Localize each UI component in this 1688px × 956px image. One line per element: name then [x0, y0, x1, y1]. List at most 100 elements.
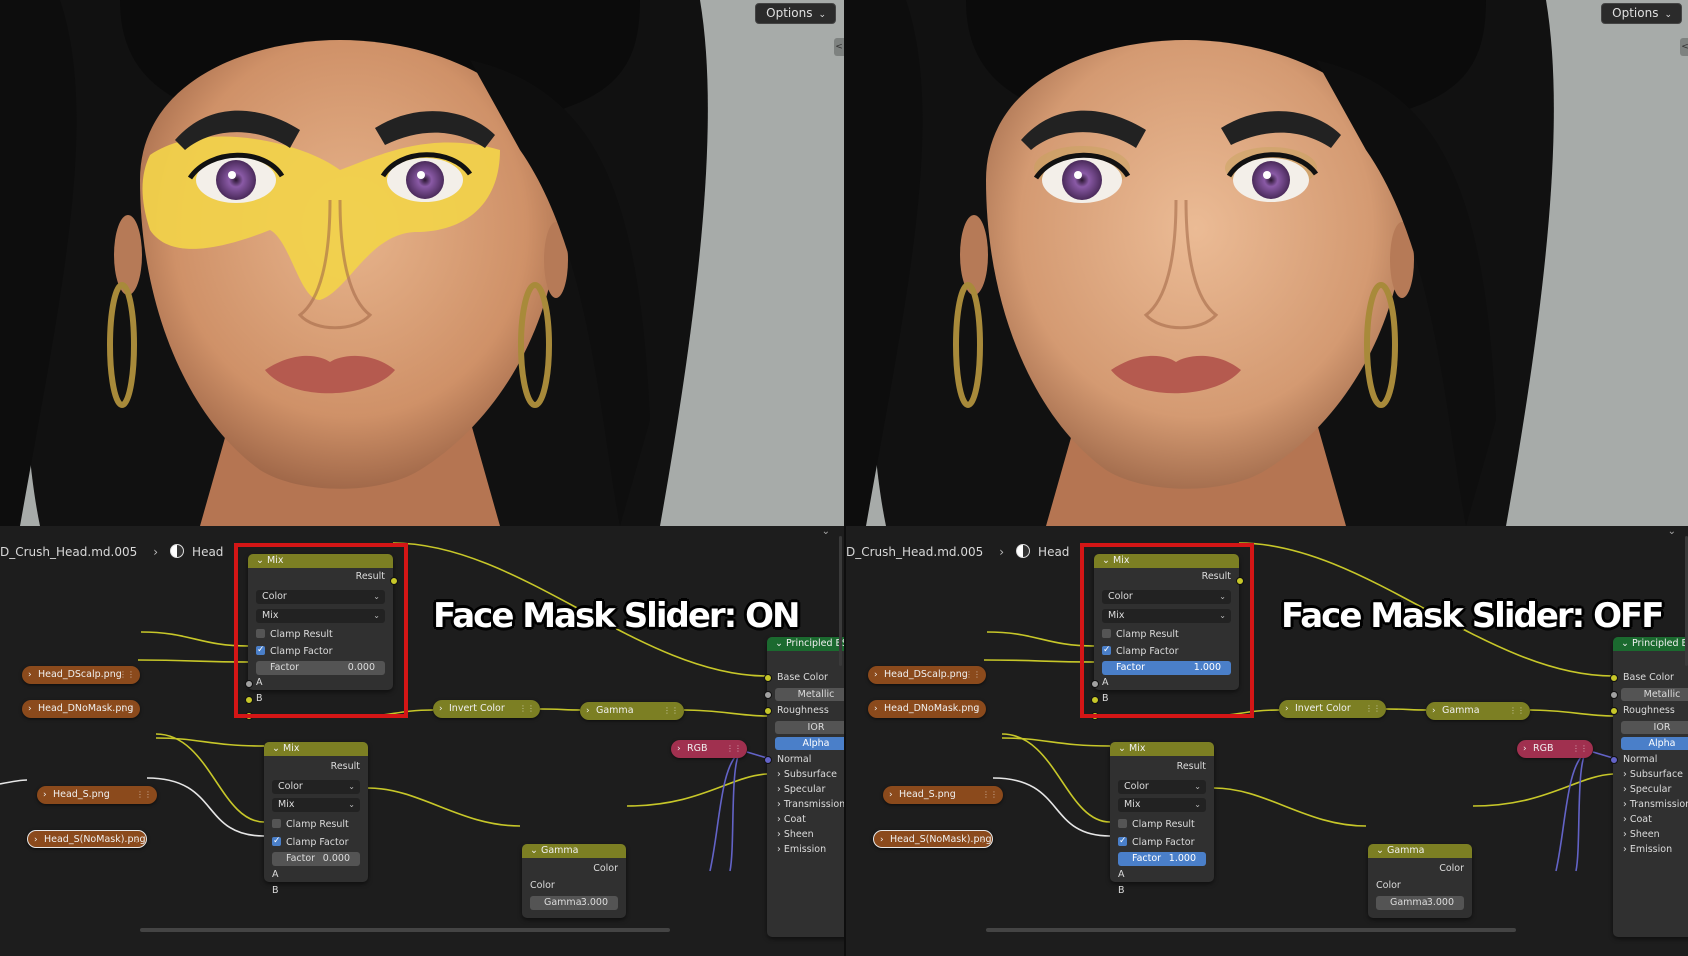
invert-color-node[interactable]: › Invert Color ⋮⋮ — [433, 700, 540, 718]
material-icon — [1016, 544, 1031, 558]
character-render — [0, 0, 844, 526]
texture-node-s-nomask[interactable]: › Head_S(NoMask).png ⋮⋮ — [27, 830, 147, 848]
checkbox-checked-icon[interactable] — [272, 834, 281, 848]
clamp-factor-checkbox[interactable]: Clamp Factor — [272, 834, 360, 850]
texture-node-s[interactable]: › Head_S.png ⋮⋮ — [883, 786, 1003, 804]
factor-slider[interactable]: Factor 0.000 — [272, 852, 360, 866]
blend-mode-dropdown[interactable]: Mix ⌄ — [272, 798, 360, 812]
gamma-node-header[interactable]: ⌄ Gamma — [1368, 844, 1472, 858]
input-a-label: A — [272, 869, 279, 880]
breadcrumb-material[interactable]: Head — [192, 545, 223, 559]
bsdf-node-header[interactable]: ⌄ Principled BSDF — [767, 637, 844, 651]
shader-node-editor[interactable]: ⌄ D_Crush_Head.md.005 › Head ⌄ Mix Result — [0, 526, 844, 956]
gamma-slider[interactable]: Gamma 3.000 — [1376, 896, 1464, 910]
clamp-result-checkbox[interactable]: Clamp Result — [272, 818, 360, 832]
sidebar-toggle[interactable]: < — [1680, 38, 1688, 56]
chevron-right-icon: › — [1523, 744, 1527, 754]
mix-node-header[interactable]: ⌄ Mix — [1110, 742, 1214, 756]
mix-node-bottom[interactable]: ⌄ Mix Result Color⌄ Mix⌄ Clamp Result Cl… — [264, 742, 368, 896]
ior-field[interactable]: IOR — [775, 721, 844, 734]
horizontal-scrollbar[interactable] — [140, 928, 670, 932]
texture-node-dscalp[interactable]: › Head_DScalp.png ⋮⋮ — [868, 666, 986, 684]
3d-viewport[interactable]: Options⌄ < — [0, 0, 844, 526]
sidebar-toggle[interactable]: < — [834, 38, 844, 56]
transmission-panel[interactable]: › Transmission — [767, 798, 844, 812]
checkbox-checked-icon[interactable] — [1118, 834, 1127, 848]
checkbox-icon[interactable] — [272, 819, 281, 828]
gamma-node[interactable]: ⌄ Gamma Color Color Gamma 3.000 — [522, 844, 626, 918]
base-color-socket[interactable] — [1610, 674, 1618, 682]
vertical-scrollbar[interactable] — [839, 536, 842, 666]
emission-panel[interactable]: › Emission — [1613, 843, 1688, 857]
specular-panel[interactable]: › Specular — [1613, 783, 1688, 797]
alpha-field[interactable]: Alpha — [775, 737, 844, 750]
sheen-panel[interactable]: › Sheen — [767, 828, 844, 842]
texture-node-dnomask[interactable]: › Head_DNoMask.png ⋮⋮ — [868, 700, 986, 718]
sheen-panel[interactable]: › Sheen — [1613, 828, 1688, 842]
chevron-right-icon: › — [153, 545, 159, 559]
factor-slider[interactable]: Factor 1.000 — [1118, 852, 1206, 866]
options-dropdown[interactable]: Options ⌄ — [1601, 3, 1682, 24]
mix-node-header[interactable]: ⌄ Mix — [264, 742, 368, 756]
rgb-node[interactable]: › RGB ⋮⋮ — [1517, 740, 1593, 758]
blend-mode-dropdown[interactable]: Mix ⌄ — [1118, 798, 1206, 812]
breadcrumb-material[interactable]: Head — [1038, 545, 1069, 559]
horizontal-scrollbar[interactable] — [986, 928, 1516, 932]
clamp-factor-checkbox[interactable]: Clamp Factor — [1118, 834, 1206, 850]
subsurface-panel[interactable]: › Subsurface — [1613, 768, 1688, 782]
data-type-dropdown[interactable]: Color ⌄ — [1118, 780, 1206, 794]
shader-node-editor[interactable]: ⌄ D_Crush_Head.md.005 › Head ⌄ Mix Result … — [846, 526, 1688, 956]
3d-viewport[interactable]: Options⌄ < — [846, 0, 1688, 526]
normal-socket[interactable] — [764, 756, 772, 764]
gamma-value: 3.000 — [1426, 897, 1454, 908]
gamma-node-collapsed[interactable]: › Gamma ⋮⋮ — [580, 702, 684, 720]
alpha-field[interactable]: Alpha — [1621, 737, 1688, 750]
grip-icon: ⋮⋮ — [663, 706, 679, 715]
texture-node-dnomask[interactable]: › Head_DNoMask.png ⋮⋮ — [22, 700, 140, 718]
invert-color-node[interactable]: › Invert Color ⋮⋮ — [1279, 700, 1386, 718]
mix-node-bottom[interactable]: ⌄ Mix Result Color⌄ Mix⌄ Clamp Result Cl… — [1110, 742, 1214, 896]
texture-node-dscalp[interactable]: › Head_DScalp.png ⋮⋮ — [22, 666, 140, 684]
bsdf-node-header[interactable]: ⌄ Principled BSDF — [1613, 637, 1688, 651]
base-color-socket[interactable] — [764, 674, 772, 682]
gamma-node[interactable]: ⌄ Gamma Color Color Gamma 3.000 — [1368, 844, 1472, 918]
texture-node-s[interactable]: › Head_S.png ⋮⋮ — [37, 786, 157, 804]
grip-icon: ⋮⋮ — [726, 744, 742, 753]
texture-node-s-nomask[interactable]: › Head_S(NoMask).png ⋮⋮ — [873, 830, 993, 848]
checkbox-icon[interactable] — [1118, 819, 1127, 828]
metallic-socket[interactable] — [1610, 691, 1618, 699]
normal-input: Normal — [777, 754, 812, 765]
grip-icon: ⋮⋮ — [136, 790, 152, 799]
roughness-socket[interactable] — [1610, 707, 1618, 715]
normal-socket[interactable] — [1610, 756, 1618, 764]
transmission-panel[interactable]: › Transmission — [1613, 798, 1688, 812]
comparison-panel-off: Options⌄ < ⌄ D_Crush_Head.md.005 › Head ⌄ … — [844, 0, 1688, 956]
chevron-down-icon: ⌄ — [1194, 800, 1201, 809]
options-dropdown[interactable]: Options ⌄ — [755, 3, 836, 24]
metallic-field[interactable]: Metallic — [1621, 688, 1688, 701]
principled-bsdf-node[interactable]: ⌄ Principled BSDF Base Color Metallic Ro… — [767, 637, 844, 937]
subsurface-panel[interactable]: › Subsurface — [767, 768, 844, 782]
ior-field[interactable]: IOR — [1621, 721, 1688, 734]
rgb-node[interactable]: › RGB ⋮⋮ — [671, 740, 747, 758]
chevron-right-icon: › — [28, 704, 32, 714]
coat-panel[interactable]: › Coat — [767, 813, 844, 827]
breadcrumb: D_Crush_Head.md.005 › Head — [846, 544, 1069, 559]
gamma-node-collapsed[interactable]: › Gamma ⋮⋮ — [1426, 702, 1530, 720]
data-type-dropdown[interactable]: Color ⌄ — [272, 780, 360, 794]
clamp-result-checkbox[interactable]: Clamp Result — [1118, 818, 1206, 832]
breadcrumb-object[interactable]: D_Crush_Head.md.005 — [0, 545, 137, 559]
emission-panel[interactable]: › Emission — [767, 843, 844, 857]
gamma-node-header[interactable]: ⌄ Gamma — [522, 844, 626, 858]
metallic-socket[interactable] — [764, 691, 772, 699]
color-input-label: Color — [530, 880, 555, 891]
coat-panel[interactable]: › Coat — [1613, 813, 1688, 827]
specular-panel[interactable]: › Specular — [767, 783, 844, 797]
gamma-slider[interactable]: Gamma 3.000 — [530, 896, 618, 910]
principled-bsdf-node[interactable]: ⌄ Principled BSDF Base Color Metallic Ro… — [1613, 637, 1688, 937]
breadcrumb-object[interactable]: D_Crush_Head.md.005 — [846, 545, 983, 559]
metallic-field[interactable]: Metallic — [775, 688, 844, 701]
roughness-socket[interactable] — [764, 707, 772, 715]
result-output-label: Result — [1176, 761, 1206, 772]
chevron-right-icon: › — [880, 835, 884, 845]
